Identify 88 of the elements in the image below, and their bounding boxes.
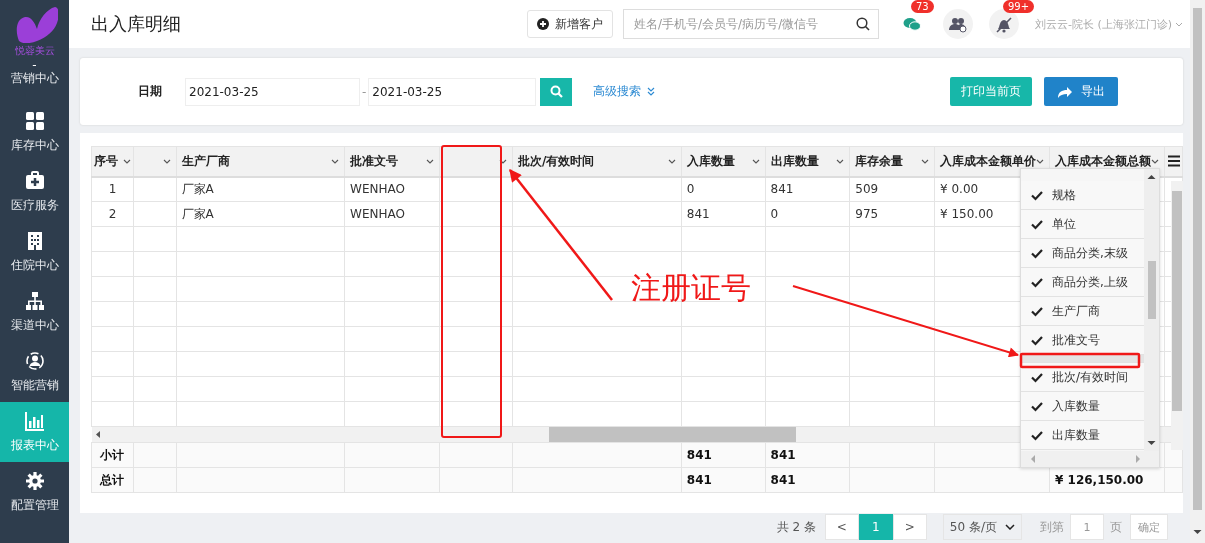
group-clock-icon [949, 15, 967, 33]
notification-badge: 99+ [1003, 0, 1035, 13]
separator-text: - [32, 60, 37, 70]
summary-cell: 841 [770, 473, 796, 487]
search-field[interactable]: 姓名/手机号/会员号/病历号/微信号 [623, 9, 879, 39]
sidebar-item[interactable]: 医疗服务 [0, 162, 69, 222]
menu-item[interactable]: 生产厂商 [1021, 297, 1145, 326]
sidebar-item[interactable]: 配置管理 [0, 462, 69, 522]
double-chevron-down-icon [647, 87, 656, 96]
page-unit-label: 页 [1110, 518, 1122, 536]
new-customer-button[interactable]: 新增客户 [527, 10, 613, 38]
advanced-search-link[interactable]: 高级搜索 [593, 83, 656, 100]
bar-chart-icon [24, 410, 45, 431]
search-icon [856, 17, 870, 31]
menu-item[interactable]: 规格 [1021, 181, 1145, 210]
menu-item[interactable]: 批准文号 [1021, 326, 1145, 355]
column-header[interactable]: 生产厂商 [181, 152, 230, 170]
chevron-down-icon [1175, 20, 1184, 28]
settings-icon [24, 470, 45, 491]
group-button[interactable] [943, 9, 973, 39]
date-separator: - [362, 84, 367, 99]
chevron-down-icon[interactable] [122, 158, 131, 164]
annotation-label: 注册证号 [631, 269, 751, 307]
chat-bubbles-icon [903, 16, 921, 32]
plus-circle-icon [537, 18, 549, 30]
previous-page-button[interactable]: < [824, 514, 859, 540]
chevron-down-icon[interactable] [667, 158, 676, 164]
search-icon [549, 85, 563, 98]
blank-menu-item[interactable] [1021, 355, 1145, 363]
chevron-down-icon [1005, 524, 1015, 530]
summary-cell: ¥ 126,150.00 [1055, 473, 1144, 487]
chevron-down-icon[interactable] [1151, 158, 1159, 164]
medical-kit-icon [24, 170, 45, 191]
table-cell: 975 [855, 207, 879, 221]
notification-button[interactable] [989, 9, 1019, 39]
table-cell: ¥ 150.00 [940, 207, 994, 221]
date-from-field[interactable]: 2021-03-25 [185, 77, 360, 106]
table-cell: 1 [108, 182, 117, 197]
total-count: 共 2 条 [776, 518, 816, 536]
brand-name: 悦蓉美云 [14, 44, 55, 58]
sidebar-item[interactable]: 库存中心 [0, 102, 69, 162]
table-cell: 0 [686, 182, 695, 197]
vertical-scrollbar[interactable] [1171, 181, 1183, 450]
table-cell: 841 [770, 182, 794, 197]
date-to-field[interactable]: 2021-03-25 [368, 77, 537, 106]
bell-muted-icon [995, 15, 1013, 33]
summary-cell: 小计 [100, 447, 125, 462]
chevron-down-icon[interactable] [751, 158, 760, 164]
people-circle-icon [24, 350, 45, 371]
grid-icon [24, 110, 45, 131]
date-label: 日期 [138, 83, 163, 100]
menu-item[interactable]: 出库数量 [1021, 421, 1145, 450]
table-cell: WENHAO [350, 182, 405, 197]
summary-cell: 841 [686, 473, 712, 487]
table-cell: 0 [770, 207, 779, 221]
hierarchy-icon [24, 290, 45, 311]
sidebar-item[interactable]: 渠道中心 [0, 282, 69, 342]
table-cell: 厂家A [181, 206, 214, 221]
summary-cell: 总计 [100, 472, 125, 487]
export-button[interactable]: 导出 [1044, 77, 1118, 106]
table-cell: 509 [855, 182, 879, 197]
chevron-down-icon[interactable] [425, 158, 434, 164]
menu-item[interactable]: 商品分类,末级 [1021, 239, 1145, 268]
menu-item[interactable]: 单位 [1021, 210, 1145, 239]
notification-badge: 73 [911, 0, 934, 13]
table-cell: WENHAO [350, 207, 405, 221]
goto-label: 到第 [1040, 518, 1064, 536]
chevron-down-icon[interactable] [331, 158, 340, 164]
sidebar-item[interactable]: 营销中心 [0, 70, 69, 94]
summary-cell: 841 [686, 448, 712, 462]
sidebar-item[interactable]: 住院中心 [0, 222, 69, 282]
page-size-select[interactable]: 50 条/页 [942, 514, 1022, 540]
table-cell: 厂家A [181, 181, 214, 196]
page-title: 出入库明细 [91, 12, 182, 36]
summary-cell: 841 [770, 448, 796, 462]
menu-item[interactable]: 入库数量 [1021, 392, 1145, 421]
table-cell: 841 [686, 207, 710, 221]
table-cell: 2 [108, 207, 117, 221]
sidebar-item[interactable]: 智能营销 [0, 342, 69, 402]
menu-item[interactable]: 商品分类,上级 [1021, 268, 1145, 297]
chevron-down-icon[interactable] [836, 158, 845, 164]
share-arrow-icon [1057, 84, 1073, 99]
chevron-down-icon[interactable] [921, 158, 929, 164]
menu-icon[interactable] [1167, 155, 1180, 168]
next-page-button[interactable]: > [892, 514, 927, 540]
table-cell: ¥ 0.00 [940, 182, 979, 197]
chevron-down-icon[interactable] [1036, 158, 1044, 164]
chevron-down-icon[interactable] [162, 158, 171, 164]
